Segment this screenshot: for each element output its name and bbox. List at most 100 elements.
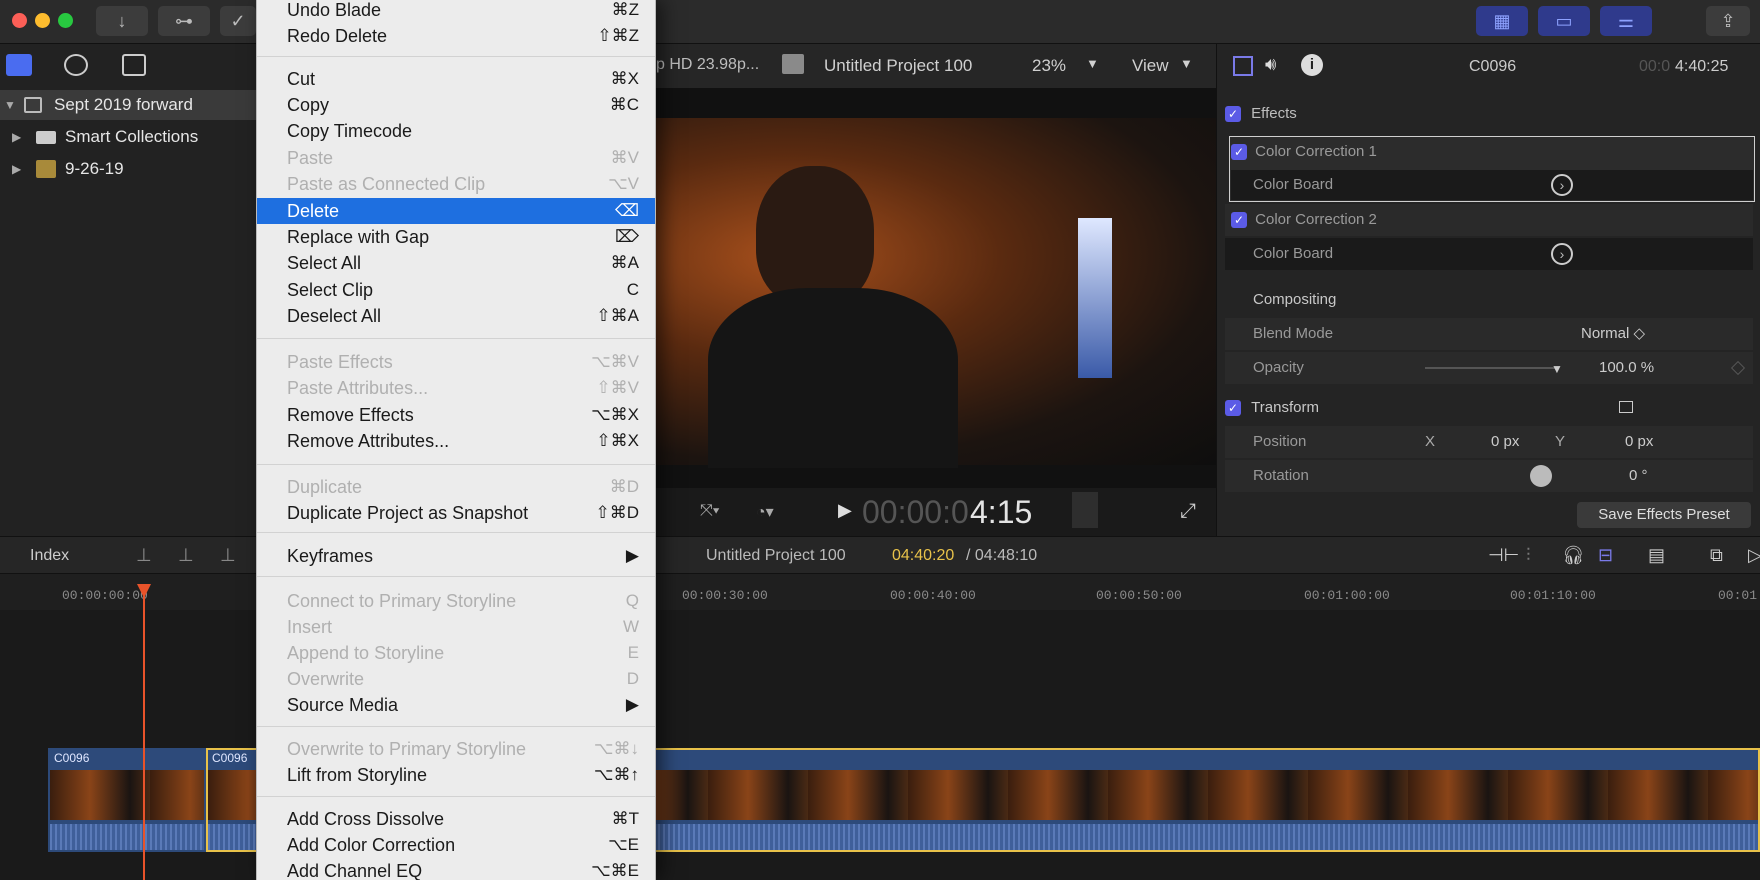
opacity-slider[interactable] xyxy=(1425,367,1559,369)
import-button[interactable]: ↓ xyxy=(96,6,148,36)
save-effects-preset-button[interactable]: Save Effects Preset xyxy=(1577,502,1751,528)
menu-item-select-clip[interactable]: Select Clip C xyxy=(257,277,655,303)
rotation-value[interactable]: 0 ° xyxy=(1629,460,1648,492)
menu-item-copy-timecode[interactable]: Copy Timecode xyxy=(257,118,655,144)
chevron-down-icon[interactable]: ▼ xyxy=(1180,56,1193,71)
compositing-row: Compositing xyxy=(1225,284,1753,316)
smart-collections-row[interactable]: ▶ Smart Collections xyxy=(0,122,256,152)
cc2-checkbox[interactable]: ✓ xyxy=(1231,212,1247,229)
opacity-slider-knob[interactable]: ▼ xyxy=(1551,353,1563,385)
disclosure-closed-icon: ▶ xyxy=(12,130,22,144)
keywords-button[interactable]: ⊶ xyxy=(158,6,210,36)
menu-item-deselect-all[interactable]: Deselect All ⇧⌘A xyxy=(257,303,655,329)
effects-browser-icon[interactable]: ⧉ xyxy=(1710,545,1723,566)
snapping-icon[interactable]: ⊟ xyxy=(1598,545,1613,566)
color-board-2-row[interactable]: Color Board › xyxy=(1225,238,1753,270)
menu-item-delete[interactable]: Delete ⌫ xyxy=(257,198,655,224)
menu-item-keyframes[interactable]: Keyframes ▶ xyxy=(257,543,655,569)
event-row[interactable]: ▶ 9-26-19 xyxy=(0,154,256,184)
timecode-display[interactable]: 4:15 xyxy=(970,494,1032,531)
index-button[interactable]: Index xyxy=(30,547,69,565)
menu-item-add-color-correction[interactable]: Add Color Correction ⌥E xyxy=(257,832,655,858)
append-clip-icon[interactable]: ⊥ xyxy=(220,545,236,566)
menu-item-redo-delete[interactable]: Redo Delete ⇧⌘Z xyxy=(257,23,655,49)
arrow-right-circle-icon[interactable]: › xyxy=(1551,174,1573,196)
menu-item-label: Select Clip xyxy=(287,280,374,300)
transitions-browser-icon[interactable]: ▷ xyxy=(1748,545,1760,566)
menu-item-label: Insert xyxy=(287,617,333,637)
titles-generators-icon[interactable] xyxy=(122,54,146,76)
menu-item-connect-to-primary-storyline: Connect to Primary Storyline Q xyxy=(257,588,655,614)
menu-item-lift-from-storyline[interactable]: Lift from Storyline ⌥⌘↑ xyxy=(257,762,655,788)
close-window-button[interactable] xyxy=(12,13,27,28)
position-y-value[interactable]: 0 px xyxy=(1625,426,1653,458)
headphones-icon[interactable]: 🎧︎ xyxy=(1562,545,1585,566)
menu-item-shortcut: ⌥V xyxy=(608,174,639,193)
timeline-clip[interactable]: C0096 xyxy=(48,748,206,852)
submenu-arrow-icon: ▶ xyxy=(625,695,639,714)
inspector-toggle-button[interactable]: ⚌ xyxy=(1600,6,1652,36)
video-inspector-icon[interactable] xyxy=(1233,56,1253,76)
minimize-window-button[interactable] xyxy=(35,13,50,28)
transform-overlay-icon[interactable] xyxy=(1619,401,1633,413)
blend-mode-select[interactable]: Normal ◇ xyxy=(1581,318,1645,350)
menu-item-copy[interactable]: Copy ⌘C xyxy=(257,92,655,118)
photos-audio-icon[interactable] xyxy=(64,54,88,76)
libraries-icon[interactable] xyxy=(6,54,32,76)
share-button[interactable]: ⇪ xyxy=(1706,6,1750,36)
cc2-row[interactable]: ✓ Color Correction 2 xyxy=(1225,204,1753,236)
menu-item-undo-blade[interactable]: Undo Blade ⌘Z xyxy=(257,0,655,23)
info-icon[interactable]: i xyxy=(1301,54,1323,76)
menu-item-shortcut: ⇧⌘V xyxy=(596,378,639,397)
menu-item-label: Connect to Primary Storyline xyxy=(287,591,517,611)
menu-item-shortcut: ⇧⌘D xyxy=(595,503,639,522)
rotation-dial[interactable] xyxy=(1530,465,1552,487)
position-row: Position X 0 px Y 0 px xyxy=(1225,426,1753,458)
opacity-value[interactable]: 100.0 % xyxy=(1599,352,1654,384)
menu-item-shortcut: ⌥E xyxy=(608,835,639,854)
audio-inspector-icon[interactable]: 🔊︎ xyxy=(1265,54,1276,75)
position-x-value[interactable]: 0 px xyxy=(1491,426,1519,458)
menu-item-overwrite-to-primary-storyline: Overwrite to Primary Storyline ⌥⌘↓ xyxy=(257,736,655,762)
library-row[interactable]: ▼ Sept 2019 forward xyxy=(0,90,256,120)
view-menu[interactable]: View xyxy=(1132,56,1169,76)
transform-checkbox[interactable]: ✓ xyxy=(1225,400,1241,417)
menu-item-remove-effects[interactable]: Remove Effects ⌥⌘X xyxy=(257,402,655,428)
background-tasks-button[interactable]: ✓ xyxy=(220,6,256,36)
menu-item-source-media[interactable]: Source Media ▶ xyxy=(257,692,655,718)
arrow-right-circle-icon[interactable]: › xyxy=(1551,243,1573,265)
chevron-down-icon[interactable]: ▼ xyxy=(1086,56,1099,71)
playhead[interactable] xyxy=(143,584,145,880)
menu-item-paste-as-connected-clip: Paste as Connected Clip ⌥V xyxy=(257,171,655,197)
keyframe-icon[interactable] xyxy=(1730,360,1746,376)
connect-clip-icon[interactable]: ⊥ xyxy=(136,545,152,566)
menu-item-duplicate-project-as-snapshot[interactable]: Duplicate Project as Snapshot ⇧⌘D xyxy=(257,500,655,526)
audio-skimming-icon[interactable]: ⫶ xyxy=(1526,545,1531,566)
timeline-toggle-button[interactable]: ▭ xyxy=(1538,6,1590,36)
browser-toggle-button[interactable]: ▦ xyxy=(1476,6,1528,36)
transform-tools-icon[interactable]: ⤧▾ xyxy=(700,502,720,520)
skimming-icon[interactable]: ⊣⊢ xyxy=(1488,545,1519,566)
menu-item-remove-attributes[interactable]: Remove Attributes... ⇧⌘X xyxy=(257,428,655,454)
menu-item-add-cross-dissolve[interactable]: Add Cross Dissolve ⌘T xyxy=(257,806,655,832)
fullscreen-icon[interactable]: ⤢ xyxy=(1180,500,1196,523)
play-button[interactable]: ▶ xyxy=(838,500,852,521)
zoom-window-button[interactable] xyxy=(58,13,73,28)
insert-clip-icon[interactable]: ⊥ xyxy=(178,545,194,566)
menu-item-replace-with-gap[interactable]: Replace with Gap ⌦ xyxy=(257,224,655,250)
clip-appearance-icon[interactable]: ▤ xyxy=(1648,545,1665,566)
color-board-1-row[interactable]: Color Board › xyxy=(1231,170,1753,200)
menu-item-shortcut: ⌫ xyxy=(614,201,639,220)
effects-checkbox[interactable]: ✓ xyxy=(1225,106,1241,123)
menu-item-shortcut: W xyxy=(622,617,639,636)
event-icon xyxy=(36,160,56,178)
zoom-menu[interactable]: 23% xyxy=(1032,56,1066,76)
cc1-checkbox[interactable]: ✓ xyxy=(1231,144,1247,161)
cc1-row[interactable]: ✓ Color Correction 1 xyxy=(1225,136,1753,168)
menu-item-select-all[interactable]: Select All ⌘A xyxy=(257,250,655,276)
menu-item-cut[interactable]: Cut ⌘X xyxy=(257,66,655,92)
menu-item-label: Paste as Connected Clip xyxy=(287,174,486,194)
retime-icon[interactable]: ◔▾ xyxy=(756,502,774,522)
opacity-row: Opacity ▼ 100.0 % xyxy=(1225,352,1753,384)
menu-item-add-channel-eq[interactable]: Add Channel EQ ⌥⌘E xyxy=(257,858,655,880)
